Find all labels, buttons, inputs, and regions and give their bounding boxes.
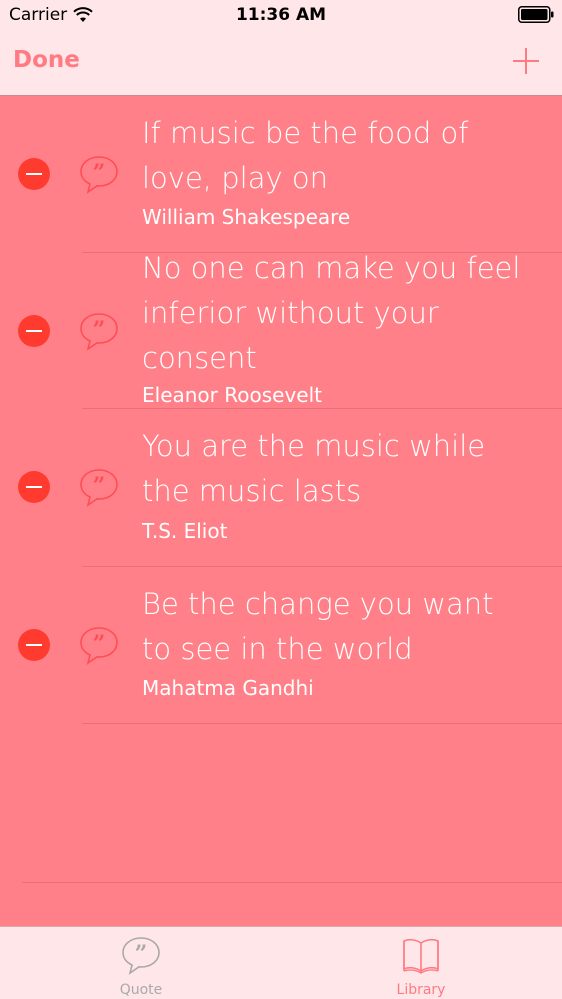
row-separator xyxy=(82,723,562,724)
status-bar: Carrier 11:36 AM xyxy=(0,0,562,30)
tab-label: Library xyxy=(396,982,446,998)
tab-library[interactable]: Library xyxy=(371,927,471,999)
tab-quote[interactable]: ” Quote xyxy=(91,927,191,999)
quote-row[interactable]: ” Be the change you want to see in the w… xyxy=(0,567,562,724)
quote-line: Be the change you want xyxy=(142,587,494,621)
quote-line: You are the music while xyxy=(142,429,486,463)
quote-bubble-icon: ” xyxy=(122,937,160,975)
quote-line: No one can make you feel xyxy=(142,251,521,285)
battery-icon xyxy=(518,6,554,23)
svg-text:”: ” xyxy=(135,941,148,967)
quote-line: to see in the world xyxy=(142,632,413,666)
delete-button[interactable] xyxy=(18,629,50,661)
quote-author: Eleanor Roosevelt xyxy=(142,383,322,407)
top-bar: Carrier 11:36 AM Done xyxy=(0,0,562,96)
quote-line: the music lasts xyxy=(142,474,362,508)
quote-line: love, play on xyxy=(142,161,328,195)
tab-bar: ” Quote Library xyxy=(0,926,562,999)
delete-button[interactable] xyxy=(18,471,50,503)
quote-author: William Shakespeare xyxy=(142,205,351,229)
add-quote-button[interactable] xyxy=(512,47,540,75)
svg-text:”: ” xyxy=(93,317,106,343)
book-icon xyxy=(403,938,439,974)
svg-text:”: ” xyxy=(93,631,106,657)
quote-text: Be the change you want to see in the wor… xyxy=(142,582,542,672)
quote-text: No one can make you feel inferior withou… xyxy=(142,246,542,381)
quote-bubble-icon: ” xyxy=(80,156,118,194)
tab-label: Quote xyxy=(119,982,163,998)
quote-line: consent xyxy=(142,341,257,375)
quote-row[interactable]: ” No one can make you feel inferior with… xyxy=(0,251,562,409)
delete-button[interactable] xyxy=(18,158,50,190)
quote-bubble-icon: ” xyxy=(80,627,118,665)
quote-row[interactable]: ” If music be the food of love, play on … xyxy=(0,96,562,253)
quote-row[interactable]: ” You are the music while the music last… xyxy=(0,409,562,567)
quote-text: You are the music while the music lasts xyxy=(142,424,542,514)
quote-author: Mahatma Gandhi xyxy=(142,676,314,700)
quote-text: If music be the food of love, play on xyxy=(142,111,542,201)
delete-button[interactable] xyxy=(18,315,50,347)
quote-bubble-icon: ” xyxy=(80,313,118,351)
status-time: 11:36 AM xyxy=(235,5,327,25)
svg-text:”: ” xyxy=(93,473,106,499)
quote-bubble-icon: ” xyxy=(80,469,118,507)
list-bottom-separator xyxy=(22,882,562,883)
quote-author: T.S. Eliot xyxy=(142,519,228,543)
quote-line: inferior without your xyxy=(142,296,439,330)
svg-text:”: ” xyxy=(93,160,106,186)
done-button[interactable]: Done xyxy=(13,47,80,73)
quote-line: If music be the food of xyxy=(142,116,469,150)
